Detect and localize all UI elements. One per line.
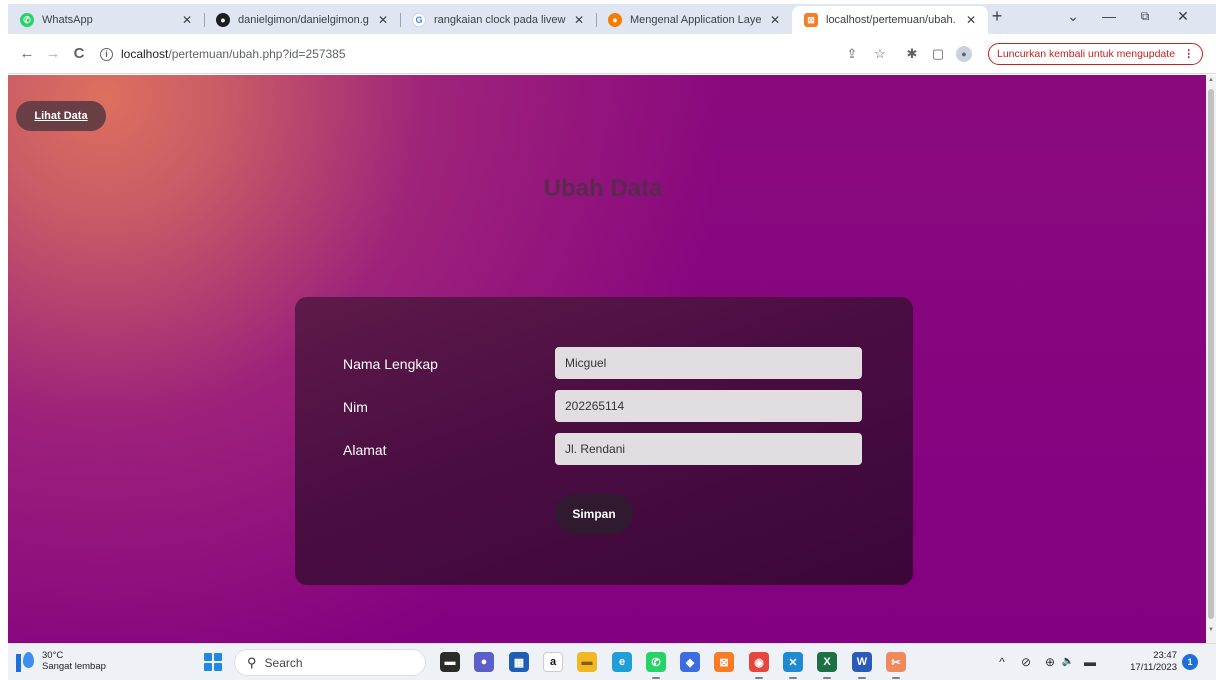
profile-icon[interactable]: ● — [956, 46, 972, 62]
volume-icon[interactable]: 🔈 — [1060, 655, 1076, 669]
windows-start-icon[interactable] — [204, 653, 222, 671]
alamat-input[interactable] — [555, 433, 862, 465]
page-title: Ubah Data — [543, 175, 663, 202]
page-viewport: Lihat Data Ubah Data Nama Lengkap Nim Al… — [8, 75, 1206, 643]
chrome-icon[interactable]: ◉ — [749, 652, 769, 672]
snipping-icon[interactable]: ✂ — [886, 652, 906, 672]
weather-description: Sangat lembap — [42, 661, 106, 672]
extensions-icon[interactable]: ✱ — [904, 46, 920, 62]
running-app-indicator — [892, 677, 900, 679]
side-panel-icon[interactable]: ▢ — [930, 46, 946, 62]
weather-temperature: 30°C — [42, 650, 64, 661]
xampp-icon: ⊠ — [804, 13, 818, 27]
close-icon[interactable]: ✕ — [964, 13, 978, 27]
back-arrow-icon[interactable]: ← — [14, 45, 40, 62]
bookmark-star-icon[interactable]: ☆ — [872, 46, 888, 62]
minimize-button[interactable]: — — [1100, 6, 1118, 26]
language-icon[interactable]: ⊕ — [1042, 655, 1058, 669]
whatsapp-icon: ✆ — [20, 13, 34, 27]
running-app-indicator — [755, 677, 763, 679]
tab-title: danielgimon/danielgimon.g — [238, 14, 369, 26]
site-icon: ● — [608, 13, 622, 27]
share-icon[interactable]: ⇪ — [844, 46, 860, 62]
battery-icon[interactable]: ▬ — [1082, 655, 1098, 669]
edge-icon[interactable]: e — [612, 652, 632, 672]
close-icon[interactable]: ✕ — [768, 13, 782, 27]
close-icon[interactable]: ✕ — [180, 13, 194, 27]
url-host: localhost — [121, 47, 169, 61]
nim-label: Nim — [343, 399, 368, 415]
whatsapp-icon[interactable]: ✆ — [646, 652, 666, 672]
running-app-indicator — [823, 677, 831, 679]
forward-arrow-icon[interactable]: → — [40, 45, 66, 62]
scrollbar-thumb[interactable] — [1208, 89, 1214, 619]
folder-icon[interactable]: ▬ — [577, 652, 597, 672]
tab-title: Mengenal Application Laye — [630, 14, 762, 26]
close-window-button[interactable]: ✕ — [1174, 6, 1192, 26]
store-icon[interactable]: ▦ — [509, 652, 529, 672]
file-explorer-icon[interactable]: ▬ — [440, 652, 460, 672]
simpan-button[interactable]: Simpan — [555, 494, 633, 534]
taskbar-search[interactable]: ⚲ Search — [234, 649, 426, 676]
relaunch-update-button[interactable]: Luncurkan kembali untuk mengupdate ⋮ — [988, 43, 1203, 65]
weather-widget[interactable]: 30°C Sangat lembap — [16, 650, 106, 672]
search-icon: ⚲ — [247, 654, 257, 670]
notification-badge[interactable]: 1 — [1182, 654, 1198, 670]
tab-title: WhatsApp — [42, 14, 93, 26]
excel-icon[interactable]: X — [817, 652, 837, 672]
running-app-indicator — [858, 677, 866, 679]
search-label: Search — [264, 655, 303, 670]
scroll-up-icon[interactable]: ▲ — [1207, 77, 1215, 83]
word-icon[interactable]: W — [852, 652, 872, 672]
tab-strip: ✆ WhatsApp ✕ ● danielgimon/danielgimon.g… — [8, 4, 1216, 34]
page-scrollbar[interactable]: ▲ ▼ — [1206, 75, 1216, 643]
tab-title: localhost/pertemuan/ubah. — [826, 14, 956, 26]
browser-toolbar: ← → C i localhost/pertemuan/ubah.php?id=… — [8, 34, 1216, 74]
tab-application-layer[interactable]: ● Mengenal Application Laye ✕ — [596, 6, 792, 34]
tab-whatsapp[interactable]: ✆ WhatsApp ✕ — [8, 6, 204, 34]
windows-taskbar: 30°C Sangat lembap ⚲ Search ▬ ● ▦ a ▬ e ✆ ◆ ⊠ ◉ ✕ X… — [8, 643, 1216, 680]
edit-form-card: Nama Lengkap Nim Alamat Simpan — [295, 297, 913, 585]
tray-chevron-icon[interactable]: ^ — [994, 655, 1010, 669]
tab-localhost[interactable]: ⊠ localhost/pertemuan/ubah. ✕ — [792, 6, 988, 34]
tab-github[interactable]: ● danielgimon/danielgimon.g ✕ — [204, 6, 400, 34]
close-icon[interactable]: ✕ — [572, 13, 586, 27]
office-icon[interactable]: ◆ — [680, 652, 700, 672]
nim-input[interactable] — [555, 390, 862, 422]
amazon-icon[interactable]: a — [543, 652, 563, 672]
tab-google[interactable]: G rangkaian clock pada livewi ✕ — [400, 6, 596, 34]
vscode-icon[interactable]: ✕ — [783, 652, 803, 672]
github-icon: ● — [216, 13, 230, 27]
reload-icon[interactable]: C — [66, 45, 92, 62]
running-app-indicator — [652, 677, 660, 679]
url-path: /pertemuan/ubah.php?id=257385 — [168, 47, 346, 61]
relaunch-update-label: Luncurkan kembali untuk mengupdate — [997, 48, 1176, 60]
weather-icon — [16, 650, 34, 672]
network-icon[interactable]: ⊘ — [1018, 655, 1034, 669]
address-bar[interactable]: i localhost/pertemuan/ubah.php?id=257385 — [100, 40, 872, 68]
lihat-data-link[interactable]: Lihat Data — [16, 101, 106, 131]
info-icon[interactable]: i — [100, 47, 113, 61]
more-menu-icon[interactable]: ⋮ — [1184, 44, 1195, 64]
xampp-icon[interactable]: ⊠ — [714, 652, 734, 672]
tab-list-icon[interactable]: ⌄ — [1064, 6, 1082, 26]
clock-date: 17/11/2023 — [1130, 662, 1177, 673]
running-app-indicator — [789, 677, 797, 679]
nama-lengkap-input[interactable] — [555, 347, 862, 379]
meet-icon[interactable]: ● — [474, 652, 494, 672]
scroll-down-icon[interactable]: ▼ — [1207, 627, 1215, 633]
google-icon: G — [412, 13, 426, 27]
alamat-label: Alamat — [343, 442, 387, 458]
system-clock[interactable]: 23:47 17/11/2023 — [1117, 650, 1177, 674]
close-icon[interactable]: ✕ — [376, 13, 390, 27]
nama-lengkap-label: Nama Lengkap — [343, 356, 438, 372]
restore-button[interactable]: ⧉ — [1136, 6, 1154, 26]
new-tab-button[interactable]: + — [988, 6, 1006, 26]
clock-time: 23:47 — [1153, 650, 1177, 661]
tab-title: rangkaian clock pada livewi — [434, 14, 566, 26]
